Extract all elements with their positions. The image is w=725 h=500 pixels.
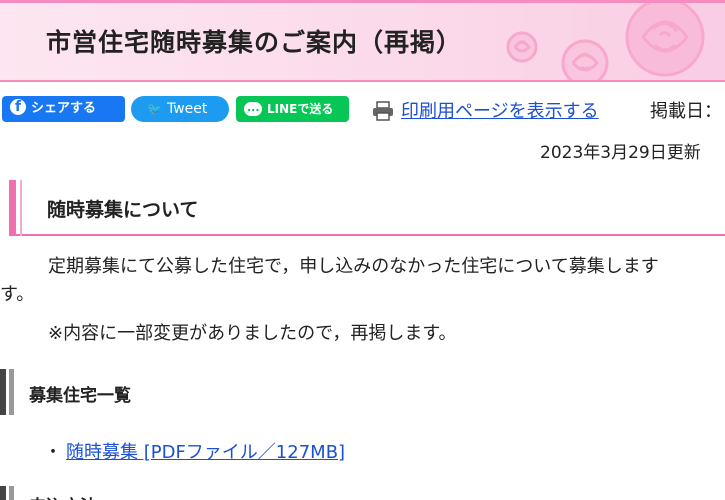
twitter-bird-icon: 🐦 [147,102,162,116]
tweet-button[interactable]: 🐦 Tweet [131,96,229,122]
list-bullet: ・ [44,442,62,463]
intro-paragraph-line2: す。 [0,284,35,305]
heading-bar [9,486,14,500]
facebook-share-label: シェアする [31,101,97,116]
line-icon [244,95,262,121]
section-heading-application: 申込方法 [0,486,725,500]
heading-bar [0,486,6,500]
updated-date: 2023年3月29日更新 [540,143,701,163]
share-buttons: シェアする 🐦 Tweet LINEで送る [0,94,725,124]
heading-bar [0,369,6,415]
page-title-banner: 市営住宅随時募集のご案内（再掲） [0,0,725,82]
section-heading-housing-list: 募集住宅一覧 [0,369,725,415]
section-heading-about-text: 随時募集について [47,199,199,221]
pdf-download-link[interactable]: 随時募集 [PDFファイル／127MB] [66,442,345,463]
print-page-link[interactable]: 印刷用ページを表示する [401,97,599,123]
list-item: ・随時募集 [PDFファイル／127MB] [44,438,345,464]
facebook-share-button[interactable]: シェアする [2,94,125,122]
posted-date-label: 掲載日： [650,101,722,122]
section-heading-housing-list-text: 募集住宅一覧 [29,386,131,406]
facebook-icon [10,94,26,120]
page-title: 市営住宅随時募集のご案内（再掲） [46,28,463,57]
heading-bar [9,369,14,415]
rose-decoration-icon [506,3,705,80]
intro-paragraph-line1: 定期募集にて公募した住宅で，申し込みのなかった住宅について募集します [48,256,659,277]
line-share-label: LINEで送る [267,102,334,116]
printer-icon[interactable] [372,101,394,121]
tweet-label: Tweet [166,101,208,117]
notice-paragraph: ※内容に一部変更がありましたので，再掲します。 [48,323,457,344]
section-heading-about: 随時募集について [9,180,725,236]
section-heading-application-text: 申込方法 [29,492,97,500]
line-share-button[interactable]: LINEで送る [236,95,349,122]
